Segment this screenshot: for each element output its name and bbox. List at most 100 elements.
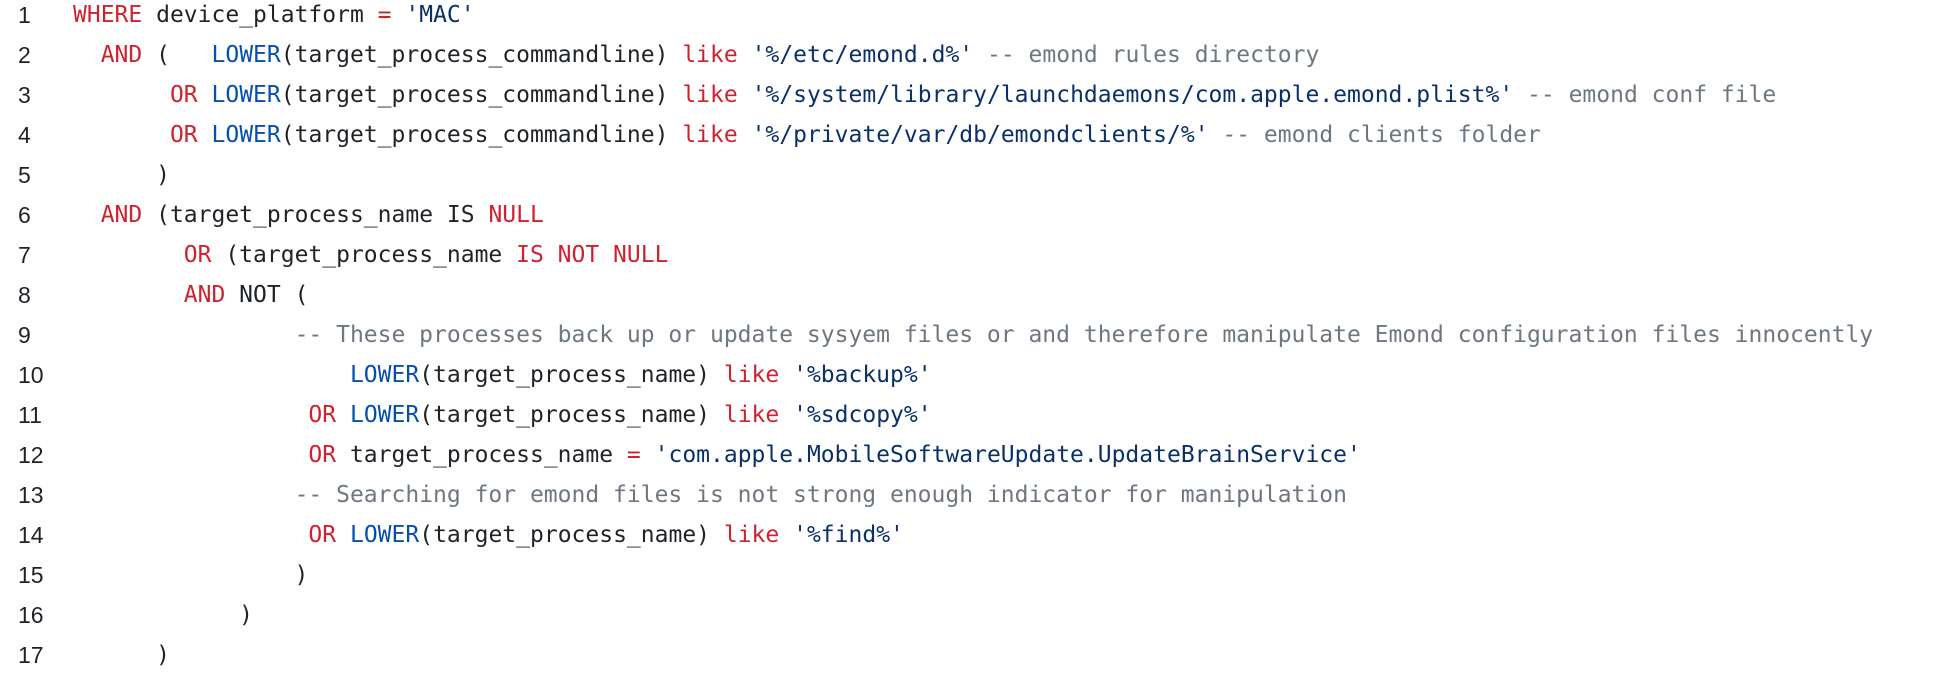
line-number: 4 [18,122,31,148]
code-token: LOWER [349,402,420,428]
code-token: '%/etc/emond.d%' [751,42,974,68]
code-token: OR [308,522,337,548]
code-token: -- Searching for emond files is not stro… [294,482,1347,508]
code-token: (target_process_commandline) [280,42,683,68]
code-token: like [723,362,780,388]
code-token: like [682,42,738,68]
code-token: -- emond conf file [1513,82,1777,108]
code-token: (target_process_commandline) [280,122,683,148]
code-token: NULL [488,202,544,228]
code-token: ) [73,162,170,188]
code-line[interactable]: 13 -- Searching for emond files is not s… [0,475,1950,515]
code-text: OR (target_process_name IS NOT NULL [73,235,669,275]
code-token: like [723,522,780,548]
code-line[interactable]: 3 OR LOWER(target_process_commandline) l… [0,75,1950,115]
code-token: NOT ( [225,282,309,308]
code-line[interactable]: 4 OR LOWER(target_process_commandline) l… [0,115,1950,155]
code-line[interactable]: 8 AND NOT ( [0,275,1950,315]
code-token: like [723,402,780,428]
code-line[interactable]: 7 OR (target_process_name IS NOT NULL [0,235,1950,275]
code-token: AND [100,202,143,228]
line-number: 2 [18,42,31,68]
code-text: LOWER(target_process_name) like '%backup… [73,355,932,395]
code-token: 'com.apple.MobileSoftwareUpdate.UpdateBr… [654,442,1361,468]
code-token: ) [73,562,309,588]
code-text: -- Searching for emond files is not stro… [73,475,1347,515]
code-token: ( [142,42,212,68]
code-line[interactable]: 5 ) [0,155,1950,195]
code-text: OR target_process_name = 'com.apple.Mobi… [73,435,1361,475]
code-line[interactable]: 16 ) [0,595,1950,635]
code-line[interactable]: 11 OR LOWER(target_process_name) like '%… [0,395,1950,435]
line-number: 11 [18,402,42,428]
line-number: 17 [18,642,44,668]
code-line[interactable]: 9 -- These processes back up or update s… [0,315,1950,355]
code-token: -- emond rules directory [973,42,1320,68]
line-number: 15 [18,562,44,588]
code-token: like [682,82,738,108]
code-token: '%/system/library/launchdaemons/com.appl… [751,82,1514,108]
code-line[interactable]: 2 AND ( LOWER(target_process_commandline… [0,35,1950,75]
code-token: (target_process_name) [419,402,724,428]
code-token: WHERE [73,2,143,28]
code-token: LOWER [211,122,281,148]
line-number: 5 [18,162,31,188]
code-line[interactable]: 1 WHERE device_platform = 'MAC' [0,0,1950,35]
code-line[interactable]: 12 OR target_process_name = 'com.apple.M… [0,435,1950,475]
code-line[interactable]: 6 AND (target_process_name IS NULL [0,195,1950,235]
code-token: LOWER [349,522,420,548]
code-text: OR LOWER(target_process_name) like '%fin… [73,515,903,555]
line-number: 16 [18,602,44,628]
code-line[interactable]: 10 LOWER(target_process_name) like '%bac… [0,355,1950,395]
code-token: like [682,122,738,148]
code-text: AND ( LOWER(target_process_commandline) … [73,35,1320,75]
code-token: AND [183,282,226,308]
code-line[interactable]: 14 OR LOWER(target_process_name) like '%… [0,515,1950,555]
code-text: AND NOT ( [73,275,309,315]
code-token: (target_process_name) [419,362,724,388]
code-text: ) [73,635,170,674]
code-line[interactable]: 15 ) [0,555,1950,595]
code-text: WHERE device_platform = 'MAC' [73,0,475,35]
line-number: 12 [18,442,44,468]
line-number: 9 [18,322,31,348]
code-text: ) [73,595,253,635]
code-token: '%sdcopy%' [793,402,932,428]
code-token: OR [183,242,212,268]
code-token: AND [100,42,143,68]
line-number: 13 [18,482,44,508]
code-token: OR [308,442,337,468]
code-token: OR [169,82,198,108]
code-token: LOWER [349,362,420,388]
code-text: OR LOWER(target_process_name) like '%sdc… [73,395,932,435]
code-token: IS NOT NULL [516,242,669,268]
code-token: ) [73,642,170,668]
code-token: -- These processes back up or update sys… [294,322,1874,348]
code-line[interactable]: 17 ) [0,635,1950,674]
code-editor[interactable]: 1 WHERE device_platform = 'MAC' 2 AND ( LO… [0,0,1950,674]
code-token: = [377,2,392,28]
code-token: (target_process_name IS [142,202,489,228]
code-token: = [626,442,641,468]
